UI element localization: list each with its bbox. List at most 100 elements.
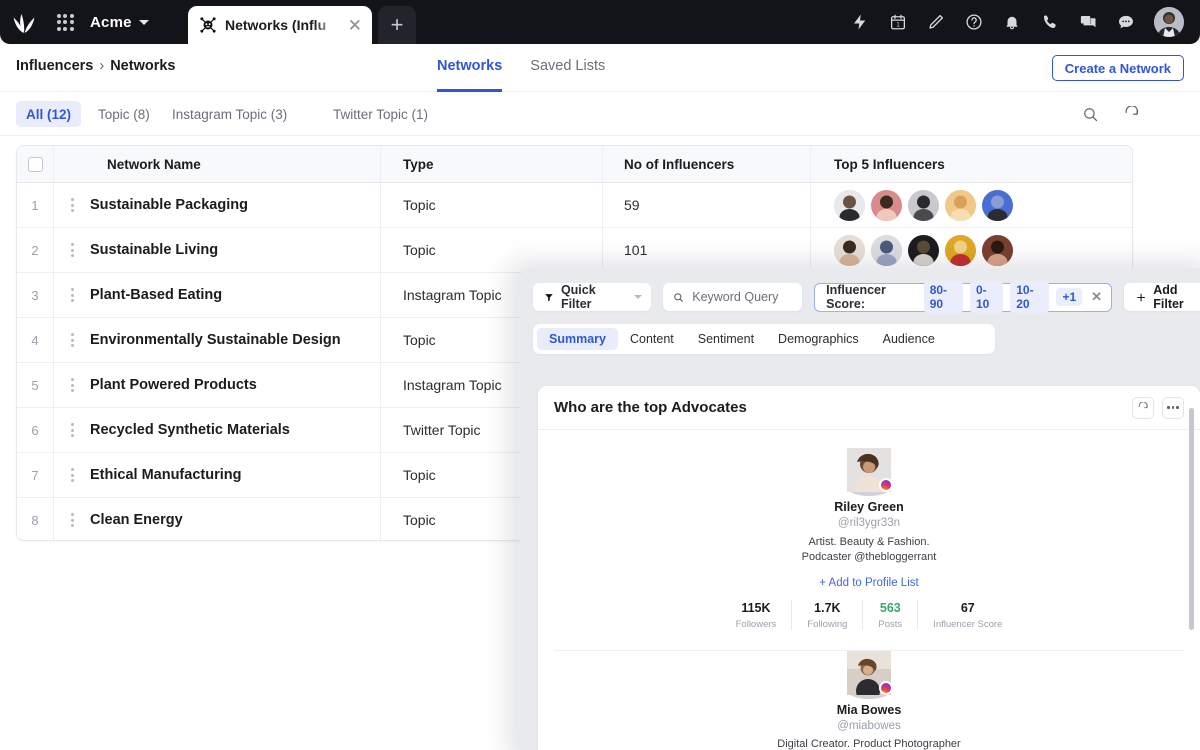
row-menu-button[interactable] [54,228,90,272]
cell-network-name[interactable]: Plant-Based Eating [90,273,381,317]
cell-network-name[interactable]: Clean Energy [90,498,381,541]
cell-network-name[interactable]: Environmentally Sustainable Design [90,318,381,362]
row-index: 8 [17,498,54,541]
row-menu-button[interactable] [54,363,90,407]
new-tab-button[interactable]: + [378,6,416,44]
row-menu-button[interactable] [54,273,90,317]
cell-network-name[interactable]: Recycled Synthetic Materials [90,408,381,452]
card-scrollbar[interactable] [1189,408,1194,630]
influencer-score-filter-chip[interactable]: Influencer Score: 80-90 0-10 10-20 +1 ✕ [814,283,1112,312]
page-tabs: Networks Saved Lists [437,44,605,92]
score-value-80-90[interactable]: 80-90 [924,281,963,313]
influencer-avatar[interactable] [945,235,976,266]
add-filter-button[interactable]: Add Filter [1124,283,1200,311]
keyword-query-input[interactable]: Keyword Query [663,283,802,311]
add-to-profile-list-link[interactable]: + Add to Profile List [538,577,1200,589]
subtab-topic[interactable]: Topic (8) [88,101,160,127]
tab-networks[interactable]: Networks [437,44,502,92]
row-menu-button[interactable] [54,498,90,541]
influencer-avatar[interactable] [982,235,1013,266]
create-a-network-button[interactable]: Create a Network [1052,55,1184,81]
help-icon[interactable] [964,12,984,32]
message-icon[interactable] [1116,12,1136,32]
search-icon[interactable] [1082,106,1099,123]
influencer-avatar[interactable] [908,190,939,221]
influencer-avatar[interactable] [834,190,865,221]
select-all-cell [17,146,54,182]
row-menu-button[interactable] [54,318,90,362]
column-header-network-name[interactable]: Network Name [54,146,381,182]
row-menu-button[interactable] [54,408,90,452]
influencer-avatar[interactable] [871,235,902,266]
influencer-avatar[interactable] [908,235,939,266]
cell-network-name[interactable]: Sustainable Living [90,228,381,272]
subtab-instagram-topic[interactable]: Instagram Topic (3) [162,101,297,127]
quick-filter-dropdown[interactable]: Quick Filter [533,283,651,311]
card-more-options-button[interactable] [1162,397,1184,419]
topbar-left-group: Acme [0,0,149,44]
phone-icon[interactable] [1040,12,1060,32]
close-icon[interactable]: ✕ [348,17,364,34]
score-value-more[interactable]: +1 [1056,288,1082,306]
influencer-avatar[interactable] [871,190,902,221]
profile-avatar[interactable] [847,651,891,695]
influencer-avatar[interactable] [945,190,976,221]
row-menu-button[interactable] [54,183,90,227]
score-value-10-20[interactable]: 10-20 [1010,281,1049,313]
influencer-avatar-image [871,190,902,221]
subtab-all[interactable]: All (12) [16,101,81,127]
influencer-avatar[interactable] [982,190,1013,221]
card-refresh-button[interactable] [1132,397,1154,419]
sprinklr-leaf-logo[interactable] [0,0,48,44]
profile-bio: Digital Creator. Product PhotographerSki… [538,737,1200,750]
refresh-icon[interactable] [1123,106,1140,123]
workspace-switcher[interactable]: Acme [90,14,149,31]
select-all-checkbox[interactable] [28,157,43,172]
overlay-tab-summary[interactable]: Summary [537,328,618,350]
advocate-profile-card[interactable]: Riley Green @ril3ygr33n Artist. Beauty &… [538,448,1200,636]
table-row[interactable]: 1Sustainable PackagingTopic59 [17,183,1132,228]
cell-network-name[interactable]: Plant Powered Products [90,363,381,407]
cell-network-name[interactable]: Ethical Manufacturing [90,453,381,497]
plus-icon [1136,292,1146,303]
table-row[interactable]: 2Sustainable LivingTopic101 [17,228,1132,273]
influencer-avatar[interactable] [834,235,865,266]
lightning-icon[interactable] [850,12,870,32]
advocate-profile-card[interactable]: Mia Bowes @miabowes Digital Creator. Pro… [538,651,1200,750]
profile-avatar[interactable] [847,448,891,492]
subtab-twitter-topic[interactable]: Twitter Topic (1) [323,101,438,127]
app-grid-icon[interactable] [48,0,82,44]
profile-handle: @ril3ygr33n [538,515,1200,532]
overlay-tab-content[interactable]: Content [618,328,686,350]
user-avatar[interactable] [1154,7,1184,37]
cell-network-name[interactable]: Sustainable Packaging [90,183,381,227]
breadcrumb-current: Networks [110,58,175,74]
stat-value: 67 [933,600,1002,616]
card-title: Who are the top Advocates [554,399,747,416]
browser-topbar: Acme Networks (Influ ✕ + 1 [0,0,1200,44]
topbar-icon-group: 1 [850,0,1190,44]
column-header-top-5-influencers[interactable]: Top 5 Influencers [811,146,1132,182]
tab-saved-lists[interactable]: Saved Lists [530,44,605,92]
overlay-tab-audience[interactable]: Audience [871,328,947,350]
chat-icon[interactable] [1078,12,1098,32]
kebab-menu-icon [71,468,74,482]
cell-top-5-influencers [811,228,1132,272]
influencer-score-label: Influencer Score: [826,283,917,311]
kebab-menu-icon [71,513,74,527]
column-header-no-of-influencers[interactable]: No of Influencers [603,146,811,182]
browser-tab-networks[interactable]: Networks (Influ ✕ [188,6,372,44]
clear-filter-icon[interactable]: ✕ [1091,289,1102,305]
stat-value: 115K [736,600,777,616]
bell-icon[interactable] [1002,12,1022,32]
calendar-icon[interactable]: 1 [888,12,908,32]
pencil-icon[interactable] [926,12,946,32]
leaf-logo-icon [11,10,37,34]
column-header-type[interactable]: Type [381,146,603,182]
score-value-0-10[interactable]: 0-10 [970,281,1003,313]
row-menu-button[interactable] [54,453,90,497]
overlay-tab-demographics[interactable]: Demographics [766,328,871,350]
stat-value: 563 [878,600,902,616]
overlay-tab-sentiment[interactable]: Sentiment [686,328,766,350]
breadcrumb-root[interactable]: Influencers [16,58,93,74]
